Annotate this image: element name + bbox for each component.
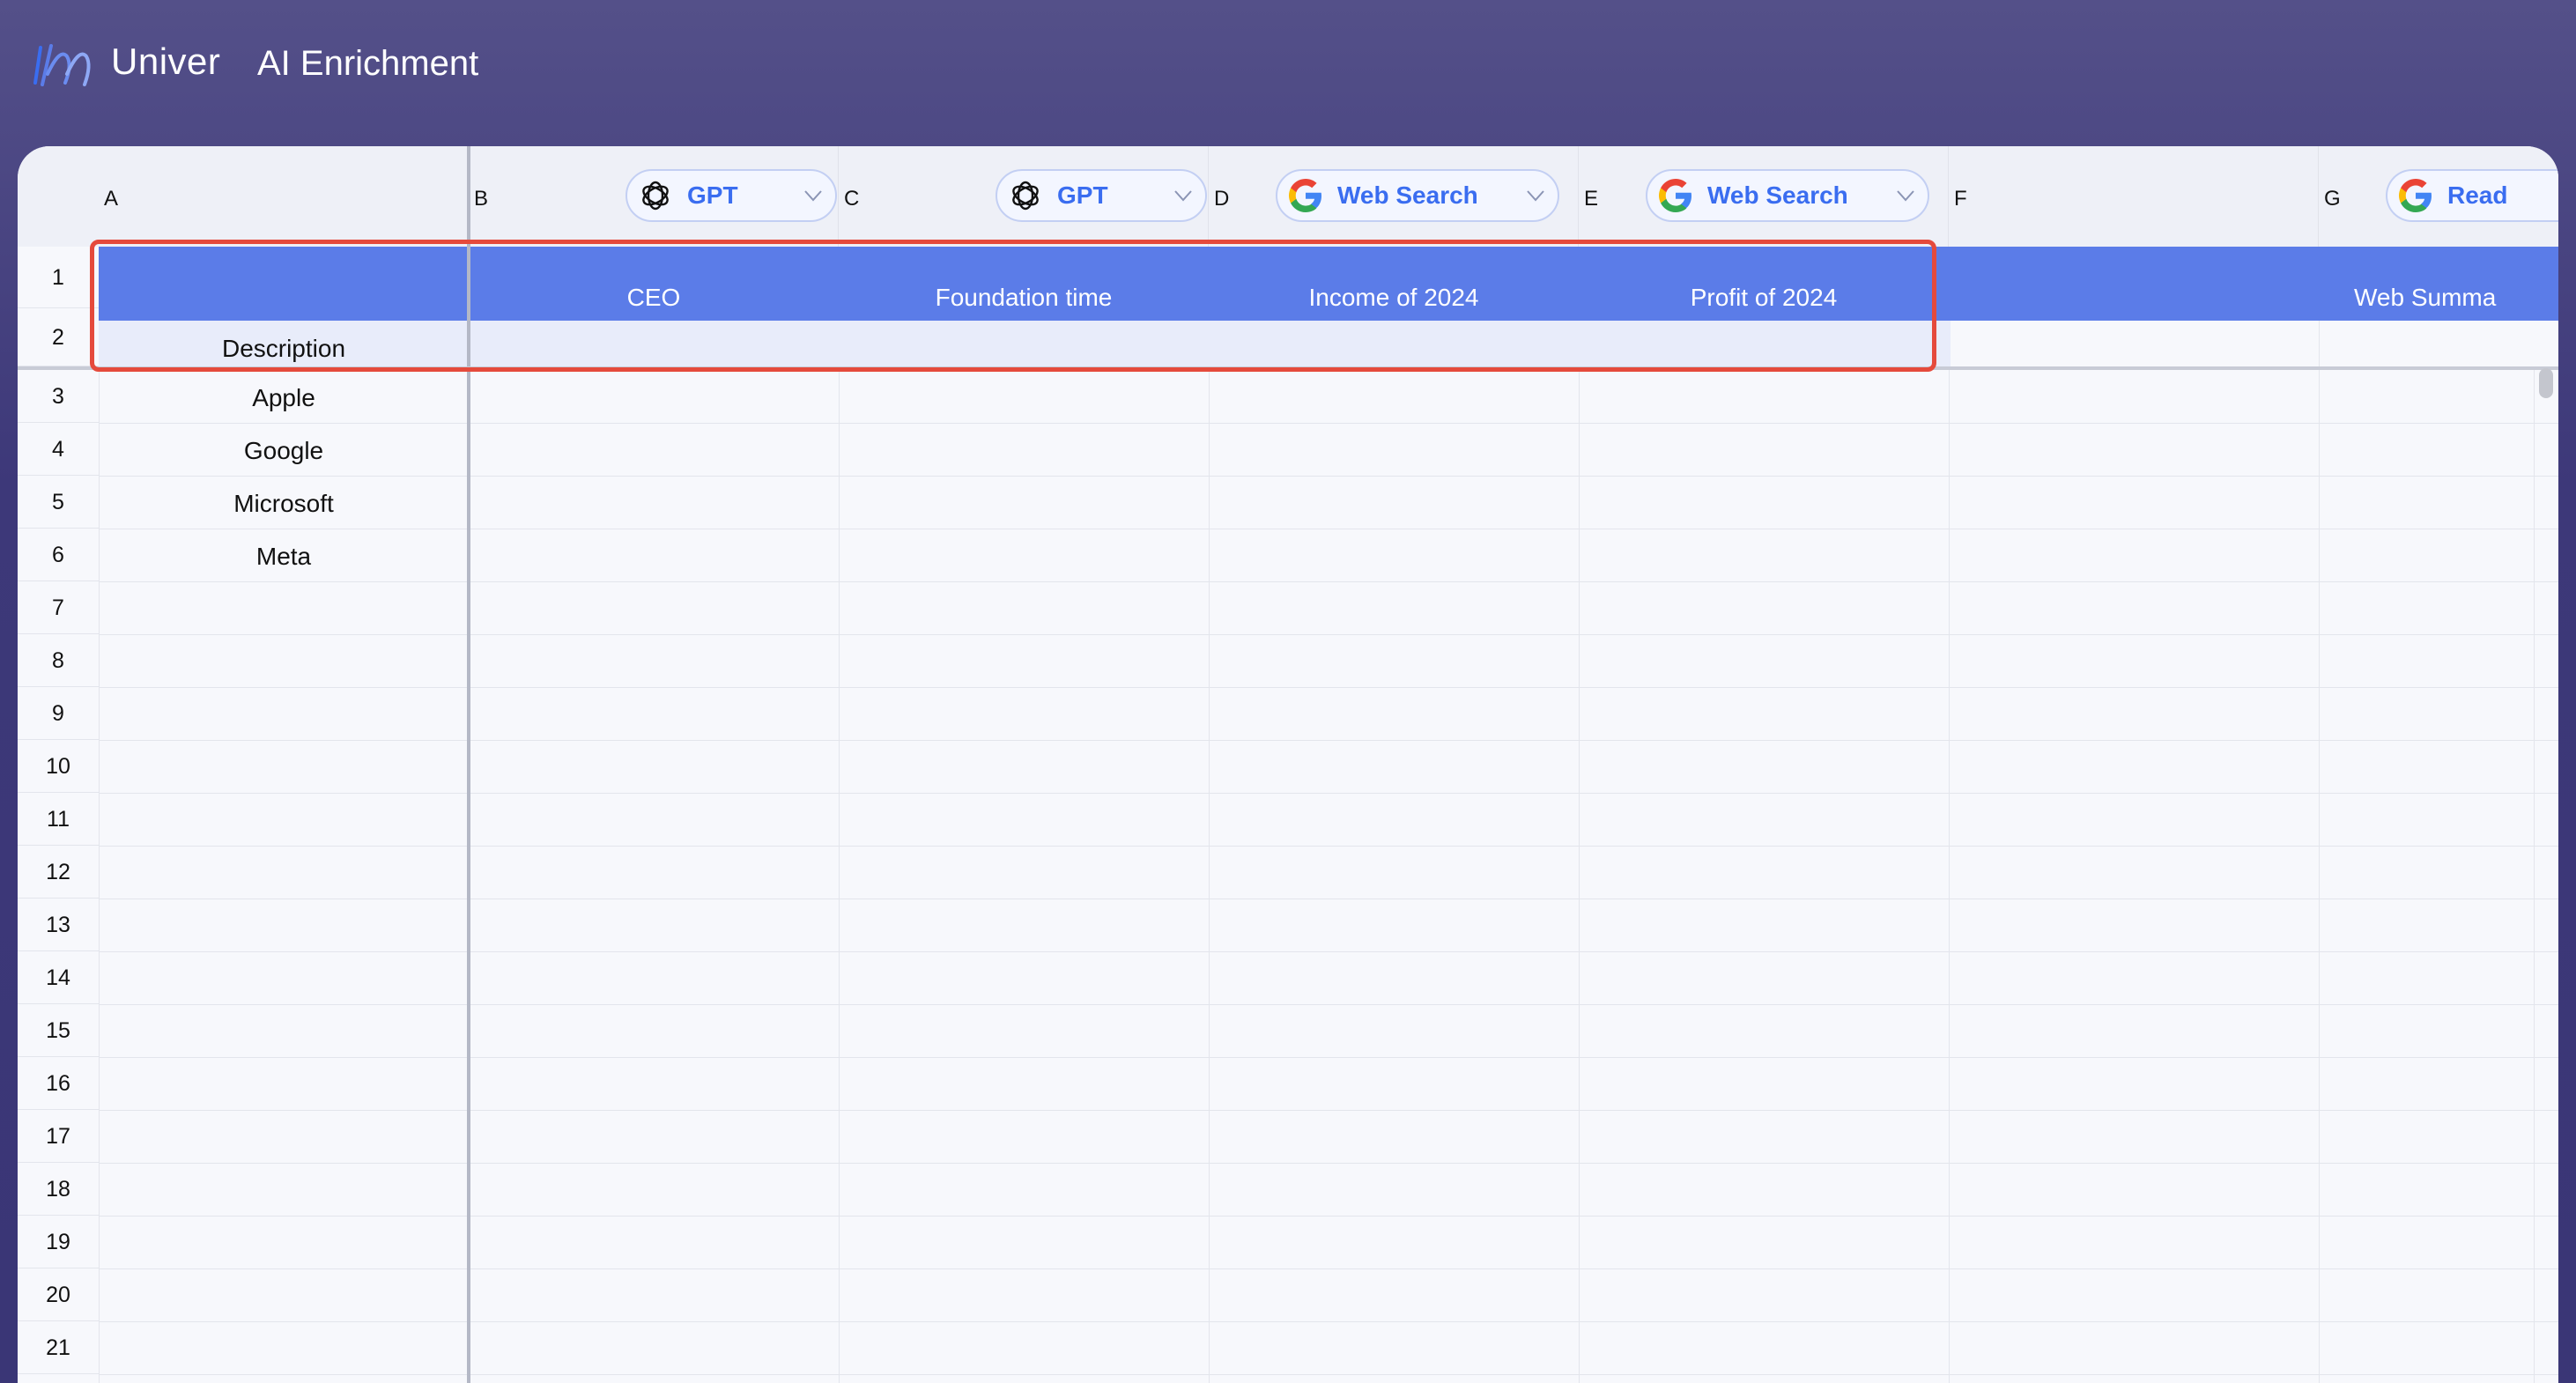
header-cell-G[interactable]: Web Summa xyxy=(2354,284,2558,312)
frozen-row-divider[interactable] xyxy=(18,366,2558,370)
row-number[interactable]: 20 xyxy=(18,1268,99,1321)
chevron-down-icon xyxy=(804,190,822,202)
header-cell-E[interactable]: Profit of 2024 xyxy=(1579,284,1949,312)
header-cell-D[interactable]: Income of 2024 xyxy=(1209,284,1579,312)
column-header-F[interactable]: F xyxy=(1949,146,2319,247)
chevron-down-icon xyxy=(1174,190,1192,202)
web-search-tool-selector[interactable]: Web Search xyxy=(1276,169,1559,222)
google-icon xyxy=(1659,179,1691,212)
gpt-tool-selector[interactable]: GPT xyxy=(625,169,837,222)
openai-icon xyxy=(642,181,669,211)
column-letter: C xyxy=(844,187,860,211)
column-header-E[interactable]: E Web Search xyxy=(1579,146,1949,247)
page-title: AI Enrichment xyxy=(257,44,479,83)
grid-line xyxy=(99,247,100,1383)
row-number[interactable]: 18 xyxy=(18,1163,99,1216)
row-number[interactable]: 21 xyxy=(18,1321,99,1374)
row-number[interactable]: 4 xyxy=(18,423,99,476)
grid-line xyxy=(839,247,840,1383)
column-header-G[interactable]: G Read xyxy=(2319,146,2558,247)
cell-A3[interactable]: Apple xyxy=(99,384,469,412)
column-letter: G xyxy=(2324,187,2341,211)
row-number[interactable]: 11 xyxy=(18,793,99,846)
tool-label: GPT xyxy=(1057,181,1108,209)
google-icon xyxy=(1289,179,1321,212)
grid-line xyxy=(2534,366,2535,1383)
tool-label: GPT xyxy=(687,181,738,209)
header-cell-B[interactable]: CEO xyxy=(469,284,839,312)
tool-label: Web Search xyxy=(1337,181,1478,209)
grid-line xyxy=(1949,247,1950,1383)
row-number[interactable]: 13 xyxy=(18,899,99,951)
tool-label: Read xyxy=(2447,181,2508,209)
row-number[interactable]: 9 xyxy=(18,687,99,740)
brand-name: Univer xyxy=(111,41,221,82)
univer-logo-icon xyxy=(33,44,91,86)
header-cell-C[interactable]: Foundation time xyxy=(839,284,1209,312)
column-letter: E xyxy=(1584,187,1599,211)
top-bar: Univer AI Enrichment xyxy=(0,0,2576,146)
row-number[interactable]: 7 xyxy=(18,581,99,634)
row-number[interactable]: 6 xyxy=(18,529,99,581)
vertical-scrollbar[interactable] xyxy=(2539,368,2553,398)
frozen-column-divider[interactable] xyxy=(467,146,470,1383)
chevron-down-icon xyxy=(1527,190,1544,202)
spreadsheet[interactable]: A B GPT C GPT D Web Search E Web Search … xyxy=(18,146,2558,1383)
row-number[interactable]: 5 xyxy=(18,476,99,529)
tool-label: Web Search xyxy=(1707,181,1848,209)
row-number[interactable]: 17 xyxy=(18,1110,99,1163)
row-number[interactable]: 14 xyxy=(18,951,99,1004)
row-number[interactable]: 3 xyxy=(18,370,99,423)
cell-A4[interactable]: Google xyxy=(99,437,469,465)
web-search-tool-selector[interactable]: Web Search xyxy=(1646,169,1929,222)
read-tool-selector[interactable]: Read xyxy=(2386,169,2558,222)
column-letter: B xyxy=(474,187,489,211)
grid-line xyxy=(1579,247,1580,1383)
google-icon xyxy=(2399,179,2432,212)
cell-A6[interactable]: Meta xyxy=(99,543,469,571)
row-number[interactable]: 12 xyxy=(18,846,99,899)
gpt-tool-selector[interactable]: GPT xyxy=(996,169,1207,222)
row-number[interactable]: 8 xyxy=(18,634,99,687)
chevron-down-icon xyxy=(1897,190,1914,202)
grid-line xyxy=(1209,247,1210,1383)
row-number[interactable]: 15 xyxy=(18,1004,99,1057)
column-header-A[interactable]: A xyxy=(99,146,469,247)
column-letter: A xyxy=(104,187,119,211)
row-number[interactable]: 1 xyxy=(18,247,99,308)
column-letter: F xyxy=(1954,187,1967,211)
cell-A2[interactable]: Description xyxy=(99,335,469,363)
grid-line xyxy=(2319,247,2320,1383)
row-number[interactable]: 19 xyxy=(18,1216,99,1268)
column-header-C[interactable]: C GPT xyxy=(839,146,1209,247)
cell-A5[interactable]: Microsoft xyxy=(99,490,469,518)
row-number[interactable]: 16 xyxy=(18,1057,99,1110)
column-letter: D xyxy=(1214,187,1230,211)
row-number[interactable]: 2 xyxy=(18,308,99,366)
column-header-row: A B GPT C GPT D Web Search E Web Search … xyxy=(18,146,2558,247)
row-number[interactable]: 10 xyxy=(18,740,99,793)
openai-icon xyxy=(1012,181,1039,211)
column-header-B[interactable]: B GPT xyxy=(469,146,839,247)
column-header-D[interactable]: D Web Search xyxy=(1209,146,1579,247)
